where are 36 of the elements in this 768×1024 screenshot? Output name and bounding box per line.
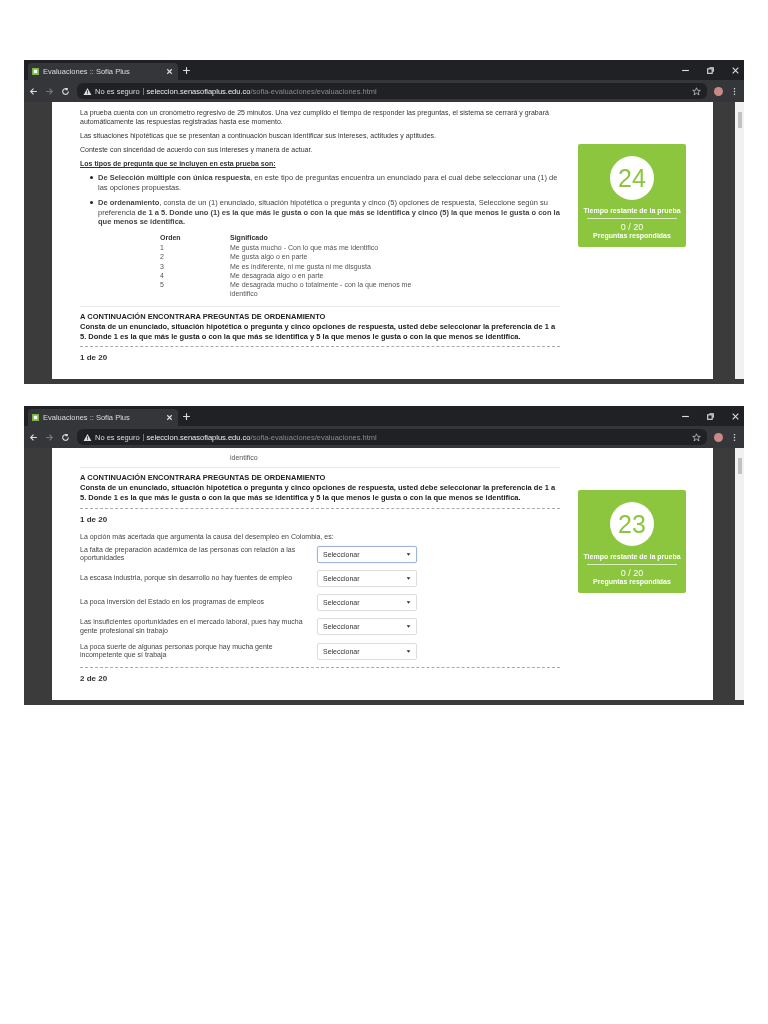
plus-icon[interactable] [182, 65, 191, 75]
warning-icon [83, 86, 92, 96]
plus-icon[interactable] [182, 411, 191, 421]
avatar[interactable] [714, 86, 723, 96]
question-counter: 1 de 20 [80, 353, 109, 363]
caret-icon [406, 648, 411, 654]
answered-count: 0 / 20 [620, 222, 644, 232]
site-logo-icon [32, 414, 39, 422]
close-icon[interactable] [165, 413, 174, 423]
restore-icon[interactable] [706, 411, 715, 421]
close-icon[interactable] [731, 411, 740, 421]
close-icon[interactable] [731, 65, 740, 75]
answered-count: 0 / 20 [620, 568, 644, 579]
star-icon[interactable] [692, 86, 701, 96]
close-icon[interactable] [165, 67, 174, 76]
scrollbar[interactable] [735, 102, 744, 380]
restore-icon[interactable] [706, 65, 715, 75]
back-arrow-icon[interactable] [29, 432, 38, 442]
reload-icon[interactable] [61, 86, 70, 96]
warning-icon [83, 432, 92, 442]
reload-icon[interactable] [61, 432, 70, 442]
timer-circle: 23 [610, 502, 654, 547]
back-arrow-icon[interactable] [29, 86, 38, 96]
scrollbar[interactable] [735, 448, 744, 701]
caret-icon [406, 600, 411, 606]
avatar[interactable] [714, 432, 723, 442]
forward-arrow-icon[interactable] [45, 86, 54, 96]
site-logo-icon [32, 68, 39, 75]
caret-icon [406, 551, 411, 557]
star-icon[interactable] [692, 432, 701, 442]
forward-arrow-icon[interactable] [45, 432, 54, 442]
timer-circle: 24 [610, 156, 654, 200]
caret-icon [406, 624, 411, 630]
question-counter: 1 de 20 [80, 514, 109, 524]
caret-icon [406, 576, 411, 582]
question-counter: 2 de 20 [80, 674, 109, 684]
